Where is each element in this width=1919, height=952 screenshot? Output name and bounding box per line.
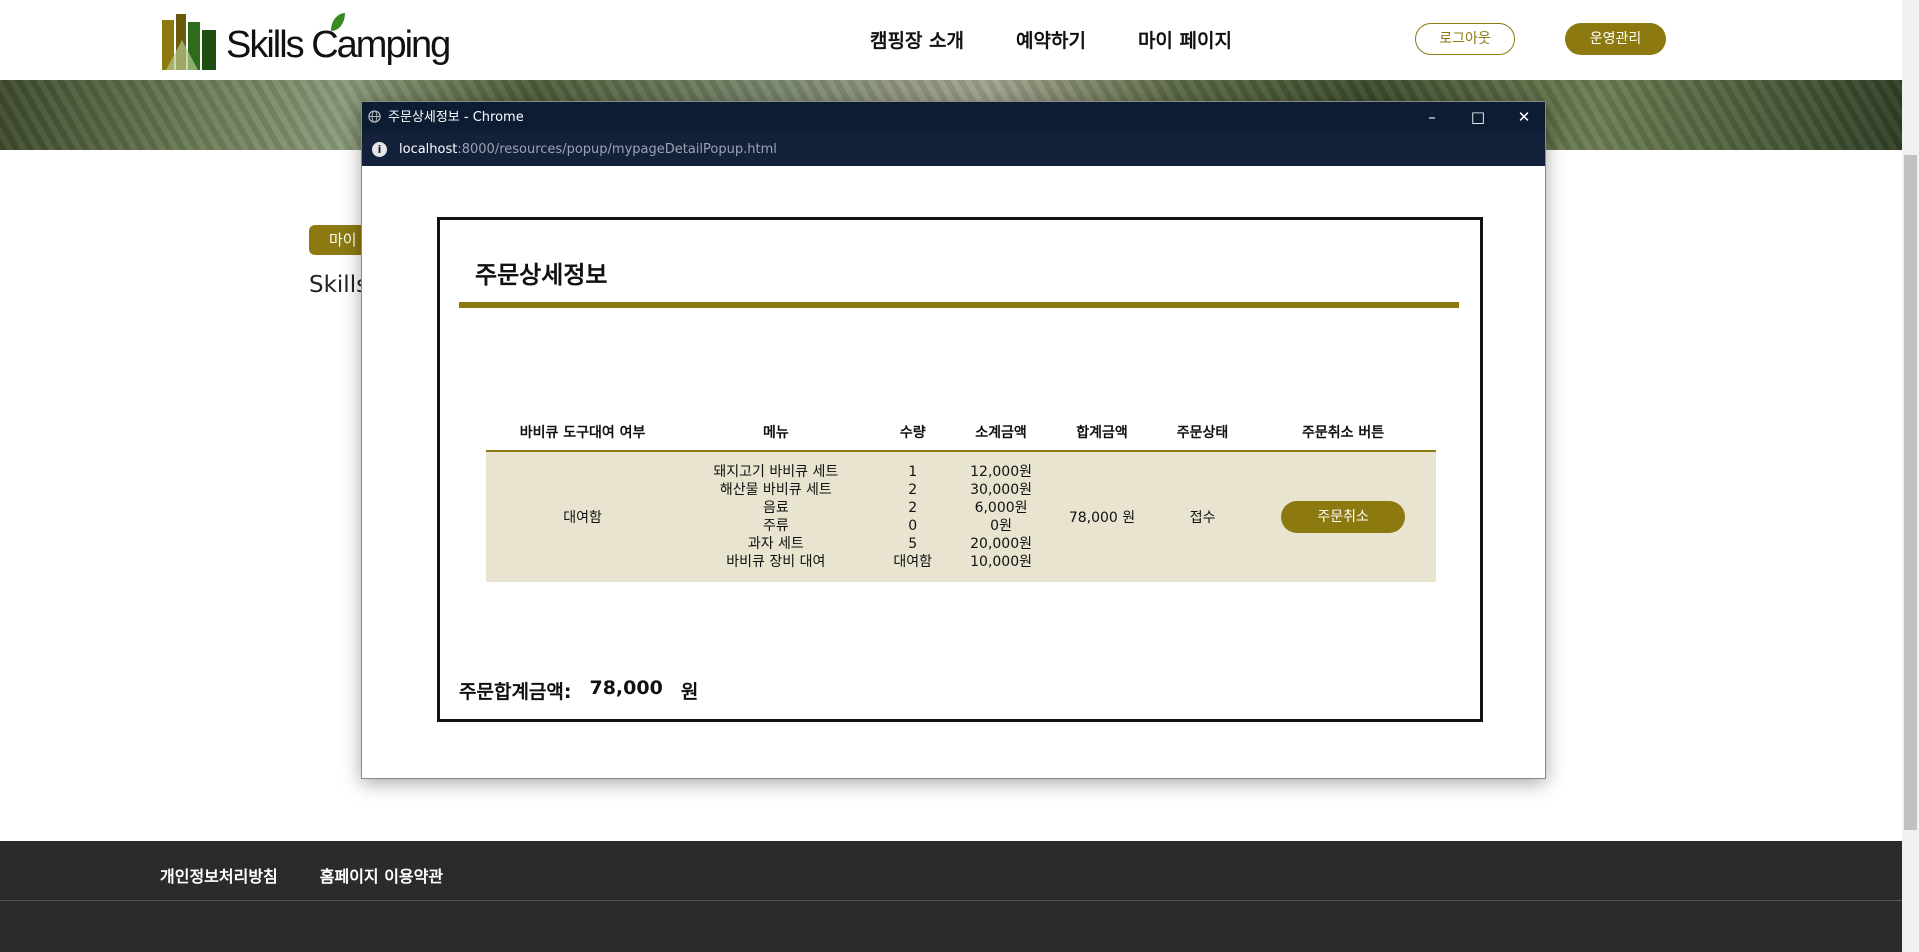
footer-link-privacy[interactable]: 개인정보처리방침 [160, 863, 278, 887]
url-text[interactable]: localhost:8000/resources/popup/mypageDet… [399, 133, 777, 166]
subtotal-value: 12,000원 [970, 464, 1032, 480]
subtotal-value: 30,000원 [970, 482, 1032, 498]
order-total-summary: 주문합계금액: 78,000 원 [459, 677, 698, 704]
close-icon[interactable]: ✕ [1501, 102, 1547, 133]
nav-item-mypage[interactable]: 마이 페이지 [1138, 26, 1232, 53]
cancel-order-button[interactable]: 주문취소 [1281, 501, 1406, 533]
qty-value: 2 [908, 500, 918, 516]
leaf-icon [331, 13, 346, 31]
menu-cell: 돼지고기 바비큐 세트 해산물 바비큐 세트 음료 주류 과자 세트 바비큐 장… [679, 451, 873, 582]
qty-value: 0 [908, 518, 918, 534]
url-path: :8000/resources/popup/mypageDetailPopup.… [457, 142, 777, 157]
footer-links: 개인정보처리방침 홈페이지 이용약관 [160, 863, 443, 887]
heading-divider [459, 302, 1459, 308]
bbq-rental-cell: 대여함 [486, 451, 680, 582]
camping-logo-icon [162, 14, 216, 70]
window-title: 주문상세정보 - Chrome [388, 110, 524, 125]
site-logo[interactable]: Skills Camping [160, 10, 451, 74]
col-header-total: 합계금액 [1049, 414, 1155, 452]
window-titlebar[interactable]: 주문상세정보 - Chrome – □ ✕ [362, 102, 1545, 133]
order-total-amount: 78,000 [589, 677, 663, 699]
minimize-icon[interactable]: – [1409, 102, 1455, 133]
menu-item: 해산물 바비큐 세트 [719, 482, 832, 498]
menu-item: 과자 세트 [747, 536, 804, 552]
menu-item: 음료 [762, 500, 789, 516]
col-header-subtotal: 소계금액 [953, 414, 1050, 452]
admin-button[interactable]: 운영관리 [1565, 23, 1666, 55]
qty-value: 5 [908, 536, 918, 552]
subtotal-value: 0원 [990, 518, 1012, 534]
order-total-unit: 원 [680, 681, 699, 703]
main-nav: 캠핑장 소개 예약하기 마이 페이지 [870, 26, 1232, 53]
subtotal-cell: 12,000원 30,000원 6,000원 0원 20,000원 10,000… [953, 451, 1050, 582]
footer-link-terms[interactable]: 홈페이지 이용약관 [320, 863, 443, 887]
site-header: Skills Camping 캠핑장 소개 예약하기 마이 페이지 로그아웃 운… [0, 0, 1902, 80]
col-header-bbq-rental: 바비큐 도구대여 여부 [486, 414, 680, 452]
nav-item-camping-intro[interactable]: 캠핑장 소개 [870, 26, 964, 53]
cancel-cell: 주문취소 [1250, 451, 1436, 582]
col-header-qty: 수량 [872, 414, 954, 452]
footer-divider [0, 900, 1902, 901]
subtotal-value: 10,000원 [970, 554, 1032, 570]
site-footer: 개인정보처리방침 홈페이지 이용약관 [0, 841, 1902, 952]
order-detail-popup-window: 주문상세정보 - Chrome – □ ✕ i localhost:8000/r… [361, 101, 1546, 779]
menu-item: 돼지고기 바비큐 세트 [713, 464, 839, 480]
table-header-row: 바비큐 도구대여 여부 메뉴 수량 소계금액 합계금액 주문상태 주문취소 버튼 [486, 414, 1436, 452]
table-row: 대여함 돼지고기 바비큐 세트 해산물 바비큐 세트 음료 주류 과자 세트 바… [486, 451, 1436, 582]
qty-cell: 1 2 2 0 5 대여함 [872, 451, 954, 582]
col-header-menu: 메뉴 [679, 414, 873, 452]
col-header-status: 주문상태 [1154, 414, 1251, 452]
nav-item-reservation[interactable]: 예약하기 [1016, 26, 1086, 53]
order-table: 바비큐 도구대여 여부 메뉴 수량 소계금액 합계금액 주문상태 주문취소 버튼… [486, 414, 1436, 582]
total-cell: 78,000 원 [1049, 451, 1155, 582]
address-bar[interactable]: i localhost:8000/resources/popup/mypageD… [362, 133, 1545, 166]
page-subtitle: Skills [309, 272, 369, 298]
order-detail-panel: 주문상세정보 바비큐 도구대여 여부 메뉴 수량 소계금액 합계금액 주문상태 … [437, 217, 1483, 722]
col-header-cancel: 주문취소 버튼 [1250, 414, 1436, 452]
popup-heading: 주문상세정보 [475, 261, 608, 289]
qty-value: 1 [908, 464, 918, 480]
subtotal-value: 20,000원 [970, 536, 1032, 552]
maximize-icon[interactable]: □ [1455, 102, 1501, 133]
menu-item: 주류 [762, 518, 789, 534]
qty-value: 대여함 [893, 554, 933, 570]
status-cell: 접수 [1154, 451, 1251, 582]
logout-button[interactable]: 로그아웃 [1415, 23, 1515, 55]
globe-icon [368, 110, 381, 123]
qty-value: 2 [908, 482, 918, 498]
info-icon[interactable]: i [372, 142, 387, 157]
subtotal-value: 6,000원 [974, 500, 1028, 516]
page-badge: 마이 [309, 225, 369, 255]
scrollbar-thumb[interactable] [1904, 155, 1917, 830]
order-total-label: 주문합계금액: [459, 681, 572, 703]
menu-item: 바비큐 장비 대여 [726, 554, 826, 570]
url-host: localhost [399, 142, 458, 157]
page-scrollbar[interactable] [1902, 0, 1919, 952]
